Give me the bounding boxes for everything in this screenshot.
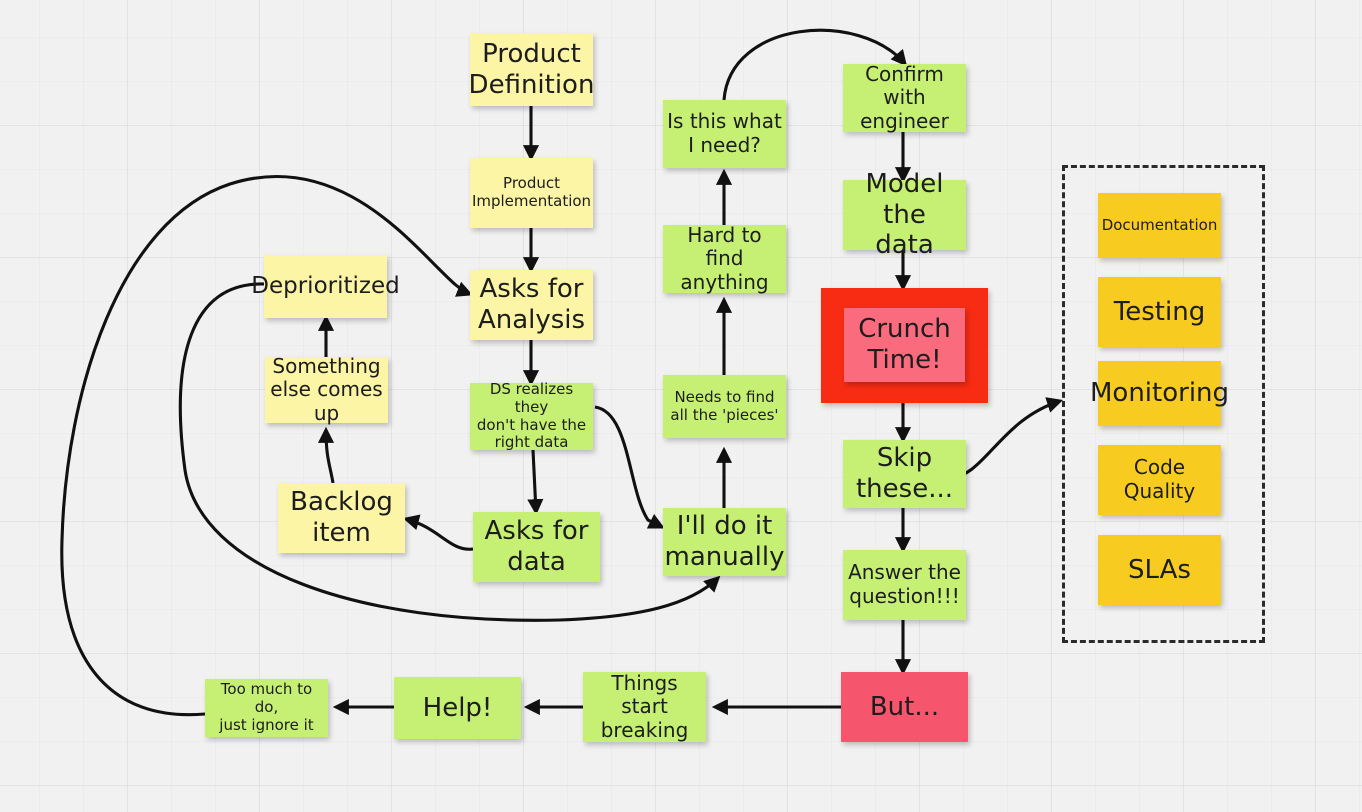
note-hard-to-find-anything[interactable]: Hard to find anything	[663, 223, 786, 294]
note-documentation[interactable]: Documentation	[1098, 193, 1221, 258]
note-slas[interactable]: SLAs	[1098, 535, 1221, 605]
edge-skip-to-skippedgroup	[949, 397, 1064, 480]
edge-backlog-to-somethingelse	[317, 426, 335, 484]
note-ds-realizes-no-data[interactable]: DS realizes they don't have the right da…	[470, 380, 593, 451]
note-asks-for-analysis[interactable]: Asks for Analysis	[470, 270, 593, 340]
note-testing[interactable]: Testing	[1098, 277, 1221, 347]
note-things-start-breaking[interactable]: Things start breaking	[583, 671, 706, 742]
note-confirm-with-engineer[interactable]: Confirm with engineer	[843, 62, 966, 133]
note-product-definition[interactable]: Product Definition	[469, 33, 594, 106]
note-answer-the-question[interactable]: Answer the question!!!	[843, 550, 966, 620]
note-needs-to-find-pieces[interactable]: Needs to find all the 'pieces'	[663, 375, 786, 438]
note-product-implementation[interactable]: Product Implementation	[470, 158, 593, 228]
edge-dsrealizes-to-manually	[594, 405, 665, 529]
note-code-quality[interactable]: Code Quality	[1098, 445, 1221, 515]
note-but[interactable]: But...	[841, 672, 968, 742]
note-help[interactable]: Help!	[394, 677, 521, 739]
note-something-else-comes-up[interactable]: Something else comes up	[265, 354, 388, 425]
note-monitoring[interactable]: Monitoring	[1090, 361, 1229, 426]
whiteboard-canvas[interactable]: Product Definition Product Implementatio…	[0, 0, 1362, 812]
note-crunch-time[interactable]: Crunch Time!	[844, 308, 965, 382]
note-skip-these[interactable]: Skip these...	[843, 440, 966, 508]
edge-asksdata-to-backlog	[402, 514, 474, 551]
edge-dsrealizes-to-asksdata	[527, 449, 544, 516]
note-is-this-what-i-need[interactable]: Is this what I need?	[663, 100, 786, 168]
note-deprioritized[interactable]: Deprioritized	[251, 255, 400, 318]
note-backlog-item[interactable]: Backlog item	[278, 483, 405, 553]
note-too-much-to-do[interactable]: Too much to do, just ignore it	[205, 679, 328, 737]
edge-deprioritized-to-manually	[178, 282, 721, 622]
note-asks-for-data[interactable]: Asks for data	[473, 512, 600, 582]
note-ill-do-it-manually[interactable]: I'll do it manually	[663, 508, 786, 576]
note-model-the-data[interactable]: Model the data	[843, 169, 966, 260]
